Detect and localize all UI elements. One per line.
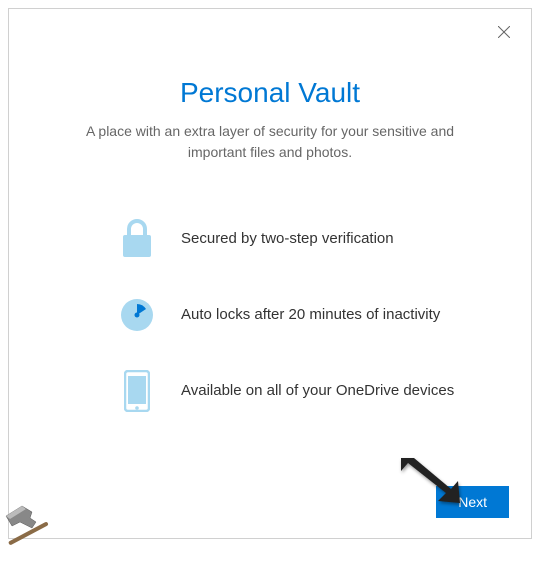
feature-text: Available on all of your OneDrive device… <box>181 380 454 403</box>
feature-item: Secured by two-step verification <box>117 219 471 259</box>
dialog-subtitle: A place with an extra layer of security … <box>9 121 531 163</box>
feature-list: Secured by two-step verification Auto lo… <box>9 219 531 411</box>
close-icon <box>498 26 510 38</box>
lock-icon <box>117 219 157 259</box>
dialog-header: Personal Vault A place with an extra lay… <box>9 9 531 163</box>
phone-icon <box>117 371 157 411</box>
feature-text: Auto locks after 20 minutes of inactivit… <box>181 304 440 327</box>
feature-text: Secured by two-step verification <box>181 228 394 251</box>
feature-item: Auto locks after 20 minutes of inactivit… <box>117 295 471 335</box>
close-button[interactable] <box>495 23 513 41</box>
feature-item: Available on all of your OneDrive device… <box>117 371 471 411</box>
personal-vault-dialog: Personal Vault A place with an extra lay… <box>8 8 532 539</box>
clock-icon <box>117 295 157 335</box>
dialog-title: Personal Vault <box>9 77 531 109</box>
next-button[interactable]: Next <box>436 486 509 518</box>
